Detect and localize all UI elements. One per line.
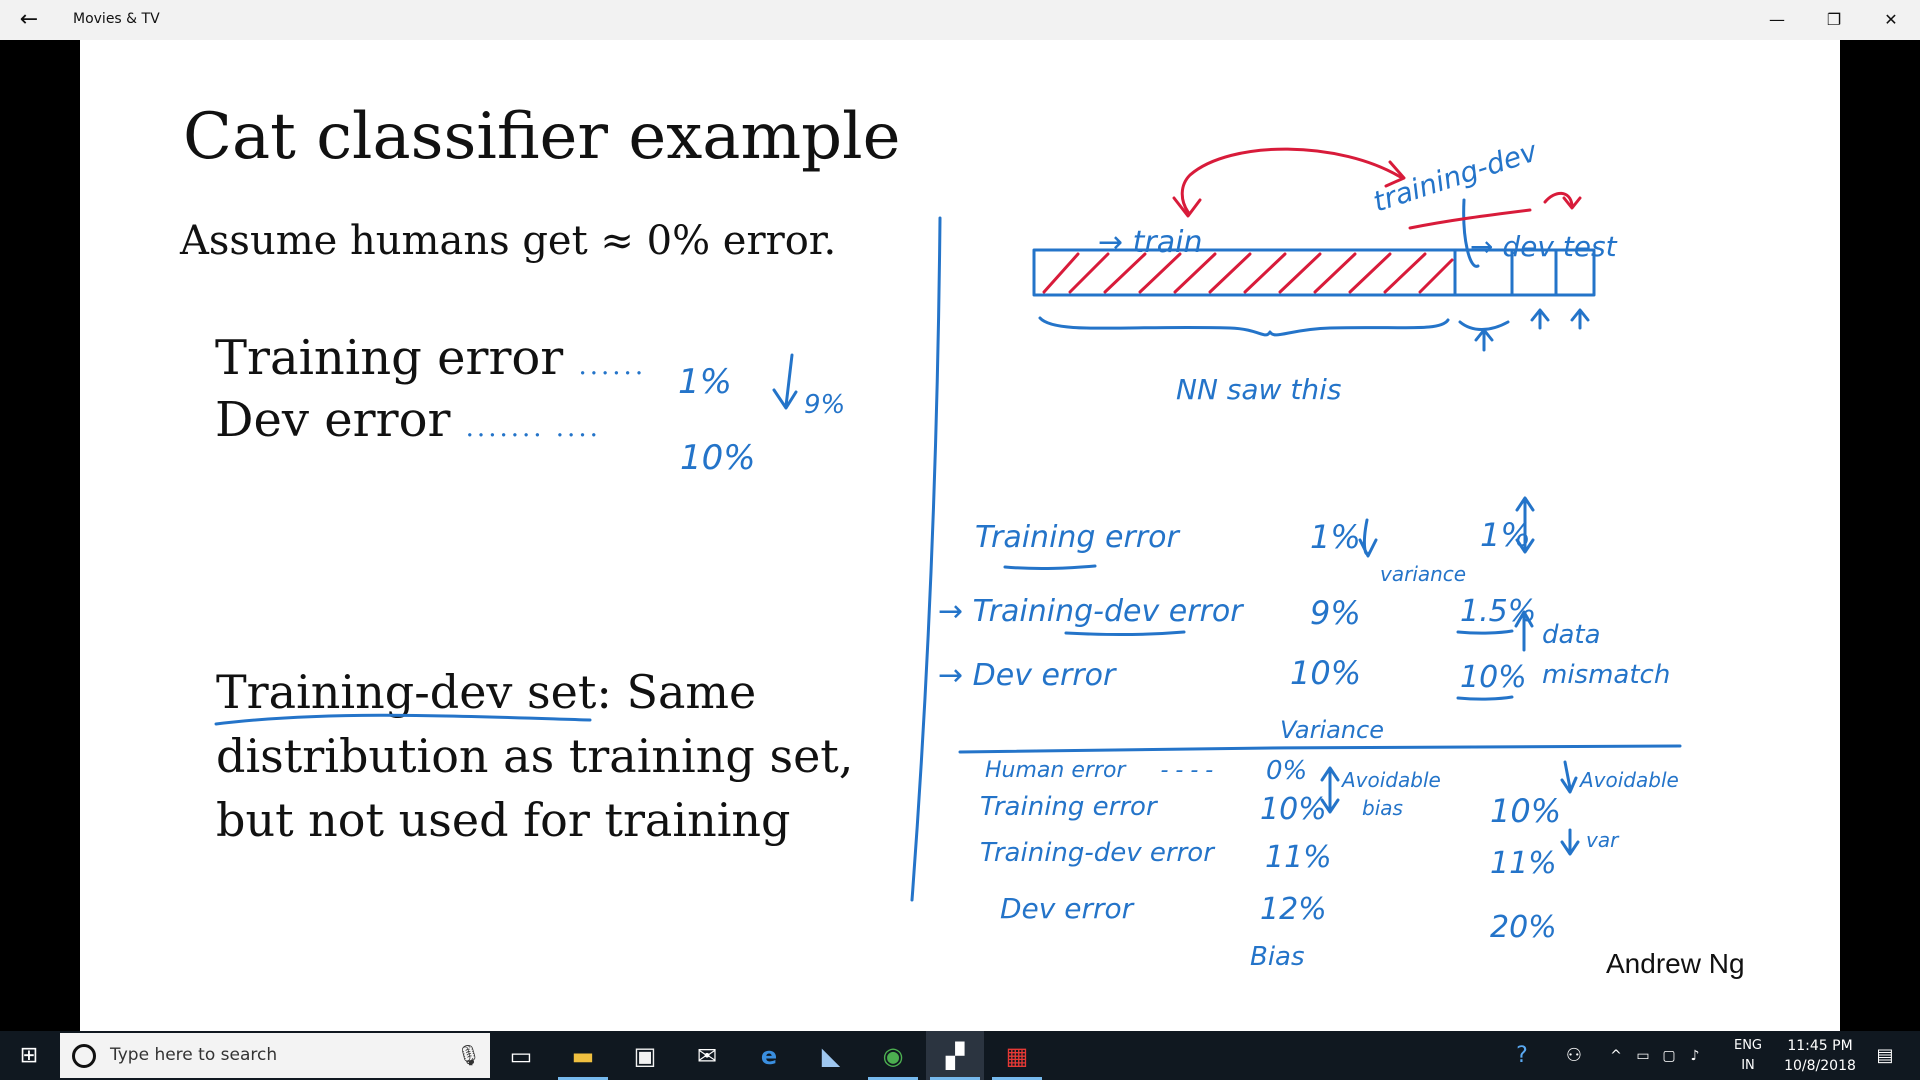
- hw-low-col2-0: 10%: [1490, 792, 1562, 830]
- close-button[interactable]: ✕: [1863, 0, 1919, 40]
- notifications-icon[interactable]: ▤: [1860, 1031, 1910, 1080]
- train-dev-brace: [1458, 320, 1510, 331]
- hw-low-col1-footer: Bias: [1250, 942, 1305, 972]
- hw-up-col1-1: 9%: [1310, 594, 1361, 632]
- hw-up-col2-note-1: data: [1542, 620, 1601, 650]
- movies-tv-icon[interactable]: ▞: [926, 1031, 984, 1080]
- hw-low-row-dev: Dev error: [1000, 892, 1134, 925]
- clock[interactable]: 11:45 PM 10/8/2018: [1770, 1036, 1870, 1076]
- divider-line: [910, 216, 942, 902]
- left-down-arrow: [772, 353, 798, 410]
- chevron-up-icon[interactable]: ^: [1604, 1031, 1628, 1080]
- edge-icon[interactable]: e: [740, 1031, 798, 1080]
- underline-training: [1003, 564, 1097, 571]
- hw-row-dev: → Dev error: [938, 658, 1116, 693]
- avoidable-var-arrow-2: [1560, 828, 1580, 856]
- arrow-up-traindev: [1474, 328, 1494, 352]
- hw-up-col1-footer: Variance: [1280, 716, 1385, 744]
- hw-low-col2-note-1: Avoidable: [1580, 768, 1679, 792]
- arrow-up-test: [1570, 308, 1590, 330]
- mail-icon[interactable]: ✉: [678, 1031, 736, 1080]
- red-arrowhead-left: [1172, 196, 1202, 218]
- video-player[interactable]: Cat classifier example Assume humans get…: [0, 40, 1920, 1031]
- red-small-arrow: [1543, 191, 1582, 210]
- hw-low-col1-2: 11%: [1265, 840, 1332, 875]
- taskbar: ⊞ Type here to search 🎙 ▭ ▬ ▣ ✉ e ◣ ◉ ▞ …: [0, 1031, 1920, 1080]
- hw-train: → train: [1098, 225, 1203, 260]
- hw-nn-saw: NN saw this: [1176, 373, 1342, 406]
- hw-low-col1-1: 10%: [1260, 792, 1327, 827]
- hw-low-col1-3: 12%: [1260, 892, 1327, 927]
- hw-low-row-training-dev: Training-dev error: [980, 838, 1214, 868]
- maximize-button[interactable]: ❐: [1806, 0, 1862, 40]
- red-underline: [1408, 208, 1532, 230]
- title-bar: ← Movies & TV — ❐ ✕: [0, 0, 1920, 40]
- store-icon[interactable]: ▣: [616, 1031, 674, 1080]
- help-icon[interactable]: ?: [1500, 1031, 1544, 1080]
- underline-training-dev: [214, 713, 592, 726]
- hw-up-col1-note: variance: [1380, 562, 1467, 586]
- hw-low-col2-2: 20%: [1490, 910, 1557, 945]
- arrow-up-dev: [1530, 308, 1550, 330]
- avoidable-var-arrow-1: [1560, 760, 1578, 794]
- ink-drawing: [214, 147, 1682, 902]
- hw-low-col2-note-2: var: [1586, 828, 1619, 852]
- hw-up-col2-0: 1%: [1480, 516, 1531, 554]
- hw-low-row-human: Human error - - - -: [985, 758, 1214, 783]
- app-icon[interactable]: ◣: [802, 1031, 860, 1080]
- chrome-icon[interactable]: ◉: [864, 1031, 922, 1080]
- network-icon[interactable]: ▢: [1656, 1031, 1682, 1080]
- minimize-button[interactable]: —: [1749, 0, 1805, 40]
- people-icon[interactable]: ⚇: [1552, 1031, 1596, 1080]
- red-swap-arrow: [1180, 147, 1404, 214]
- hw-dev-test: → dev test: [1470, 230, 1617, 263]
- hw-up-col1-2: 10%: [1290, 654, 1362, 692]
- nn-brace: [1038, 316, 1450, 337]
- hw-up-col1-0: 1%: [1310, 518, 1361, 556]
- hw-low-row-training: Training error: [980, 792, 1157, 822]
- windows-start-icon[interactable]: ⊞: [0, 1031, 58, 1080]
- variance-arrow: [1358, 518, 1378, 558]
- file-explorer-icon[interactable]: ▬: [554, 1031, 612, 1080]
- hw-low-col1-note-2: bias: [1362, 796, 1403, 820]
- language-indicator[interactable]: ENG IN: [1730, 1036, 1766, 1076]
- battery-icon[interactable]: ▭: [1630, 1031, 1656, 1080]
- paint-icon[interactable]: ▦: [988, 1031, 1046, 1080]
- hw-low-col1-0: 0%: [1266, 756, 1308, 786]
- cortana-circle-icon: [72, 1044, 96, 1068]
- hw-dev-err: 10%: [680, 438, 756, 478]
- table-separator: [958, 744, 1682, 754]
- volume-icon[interactable]: ♪: [1682, 1031, 1708, 1080]
- search-placeholder: Type here to search: [110, 1045, 278, 1065]
- hw-row-training: Training error: [975, 520, 1179, 555]
- lecture-slide: Cat classifier example Assume humans get…: [80, 40, 1840, 1031]
- hw-low-col1-note-1: Avoidable: [1342, 768, 1441, 792]
- hw-train-err: 1%: [678, 362, 732, 402]
- hw-row-training-dev: → Training-dev error: [938, 594, 1243, 629]
- clock-time: 11:45 PM: [1787, 1038, 1853, 1054]
- hw-up-col2-2: 10%: [1460, 660, 1527, 695]
- underline-10: [1456, 695, 1514, 701]
- hw-gap: 9%: [804, 390, 846, 420]
- underline-train-dev: [1064, 630, 1186, 637]
- task-view-icon[interactable]: ▭: [492, 1031, 550, 1080]
- hw-up-col2-note-2: mismatch: [1542, 660, 1671, 690]
- slide-author: Andrew Ng: [1606, 948, 1745, 979]
- taskbar-search-box[interactable]: Type here to search 🎙: [60, 1033, 490, 1078]
- underline-1-5: [1456, 629, 1514, 635]
- back-arrow-icon[interactable]: ←: [14, 6, 44, 34]
- hw-low-col2-1: 11%: [1490, 846, 1557, 881]
- microphone-icon[interactable]: 🎙: [456, 1043, 481, 1067]
- clock-date: 10/8/2018: [1784, 1058, 1856, 1074]
- hw-up-col2-1: 1.5%: [1460, 594, 1537, 629]
- app-title: Movies & TV: [73, 11, 160, 27]
